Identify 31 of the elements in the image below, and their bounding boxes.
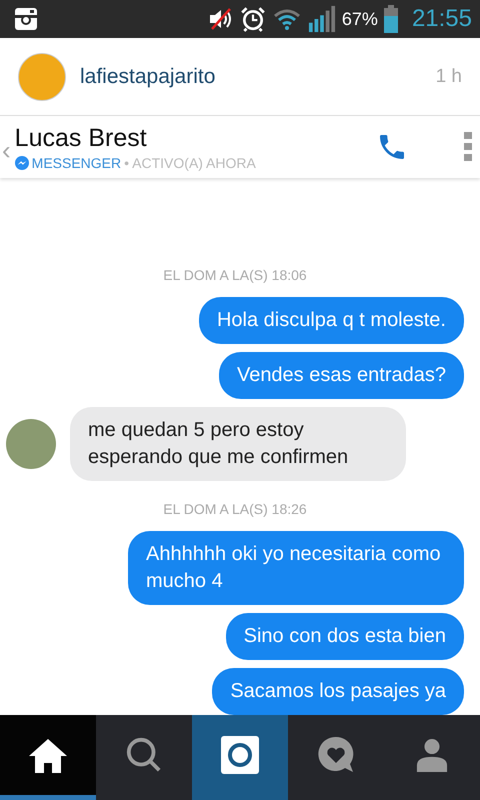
search-icon <box>125 736 163 774</box>
camera-app-icon <box>14 7 38 31</box>
home-icon <box>27 737 69 773</box>
sent-message: Vendes esas entradas? <box>218 352 464 399</box>
contact-avatar <box>6 419 56 469</box>
battery-icon <box>384 5 398 33</box>
battery-percent: 67% <box>342 8 378 30</box>
camera-icon <box>221 736 259 774</box>
alarm-clock-icon <box>240 6 266 32</box>
source-label: MESSENGER <box>32 154 122 170</box>
more-options-icon[interactable] <box>464 132 472 162</box>
received-message: me quedan 5 pero estoy esperando que me confirmen <box>70 407 406 481</box>
messenger-icon <box>14 156 29 170</box>
contact-name: Lucas Brest <box>14 124 148 152</box>
profile-icon <box>416 737 448 773</box>
nav-tab[interactable] <box>192 715 288 800</box>
wifi-icon <box>272 7 302 31</box>
muted-speaker-icon <box>208 7 234 31</box>
timestamp: EL DOM A LA(S) 18:26 <box>162 501 308 517</box>
heart-bubble-icon <box>316 735 356 775</box>
timestamp: EL DOM A LA(S) 18:06 <box>162 267 308 283</box>
signal-icon <box>308 5 336 33</box>
username[interactable]: lafiestapajarito <box>80 64 422 88</box>
nav-tab[interactable] <box>0 715 96 800</box>
active-status: • ACTIVO(A) AHORA <box>124 154 256 170</box>
sent-message: Ahhhhhh oki yo necesitaria como mucho 4 <box>128 531 464 605</box>
sent-message: Sino con dos esta bien <box>226 613 464 660</box>
clock-time: 21:55 <box>412 5 472 33</box>
sent-message: Sacamos los pasajes ya <box>212 668 464 715</box>
post-time: 1 h <box>436 66 462 88</box>
sent-message: Hola disculpa q t moleste. <box>198 297 464 344</box>
